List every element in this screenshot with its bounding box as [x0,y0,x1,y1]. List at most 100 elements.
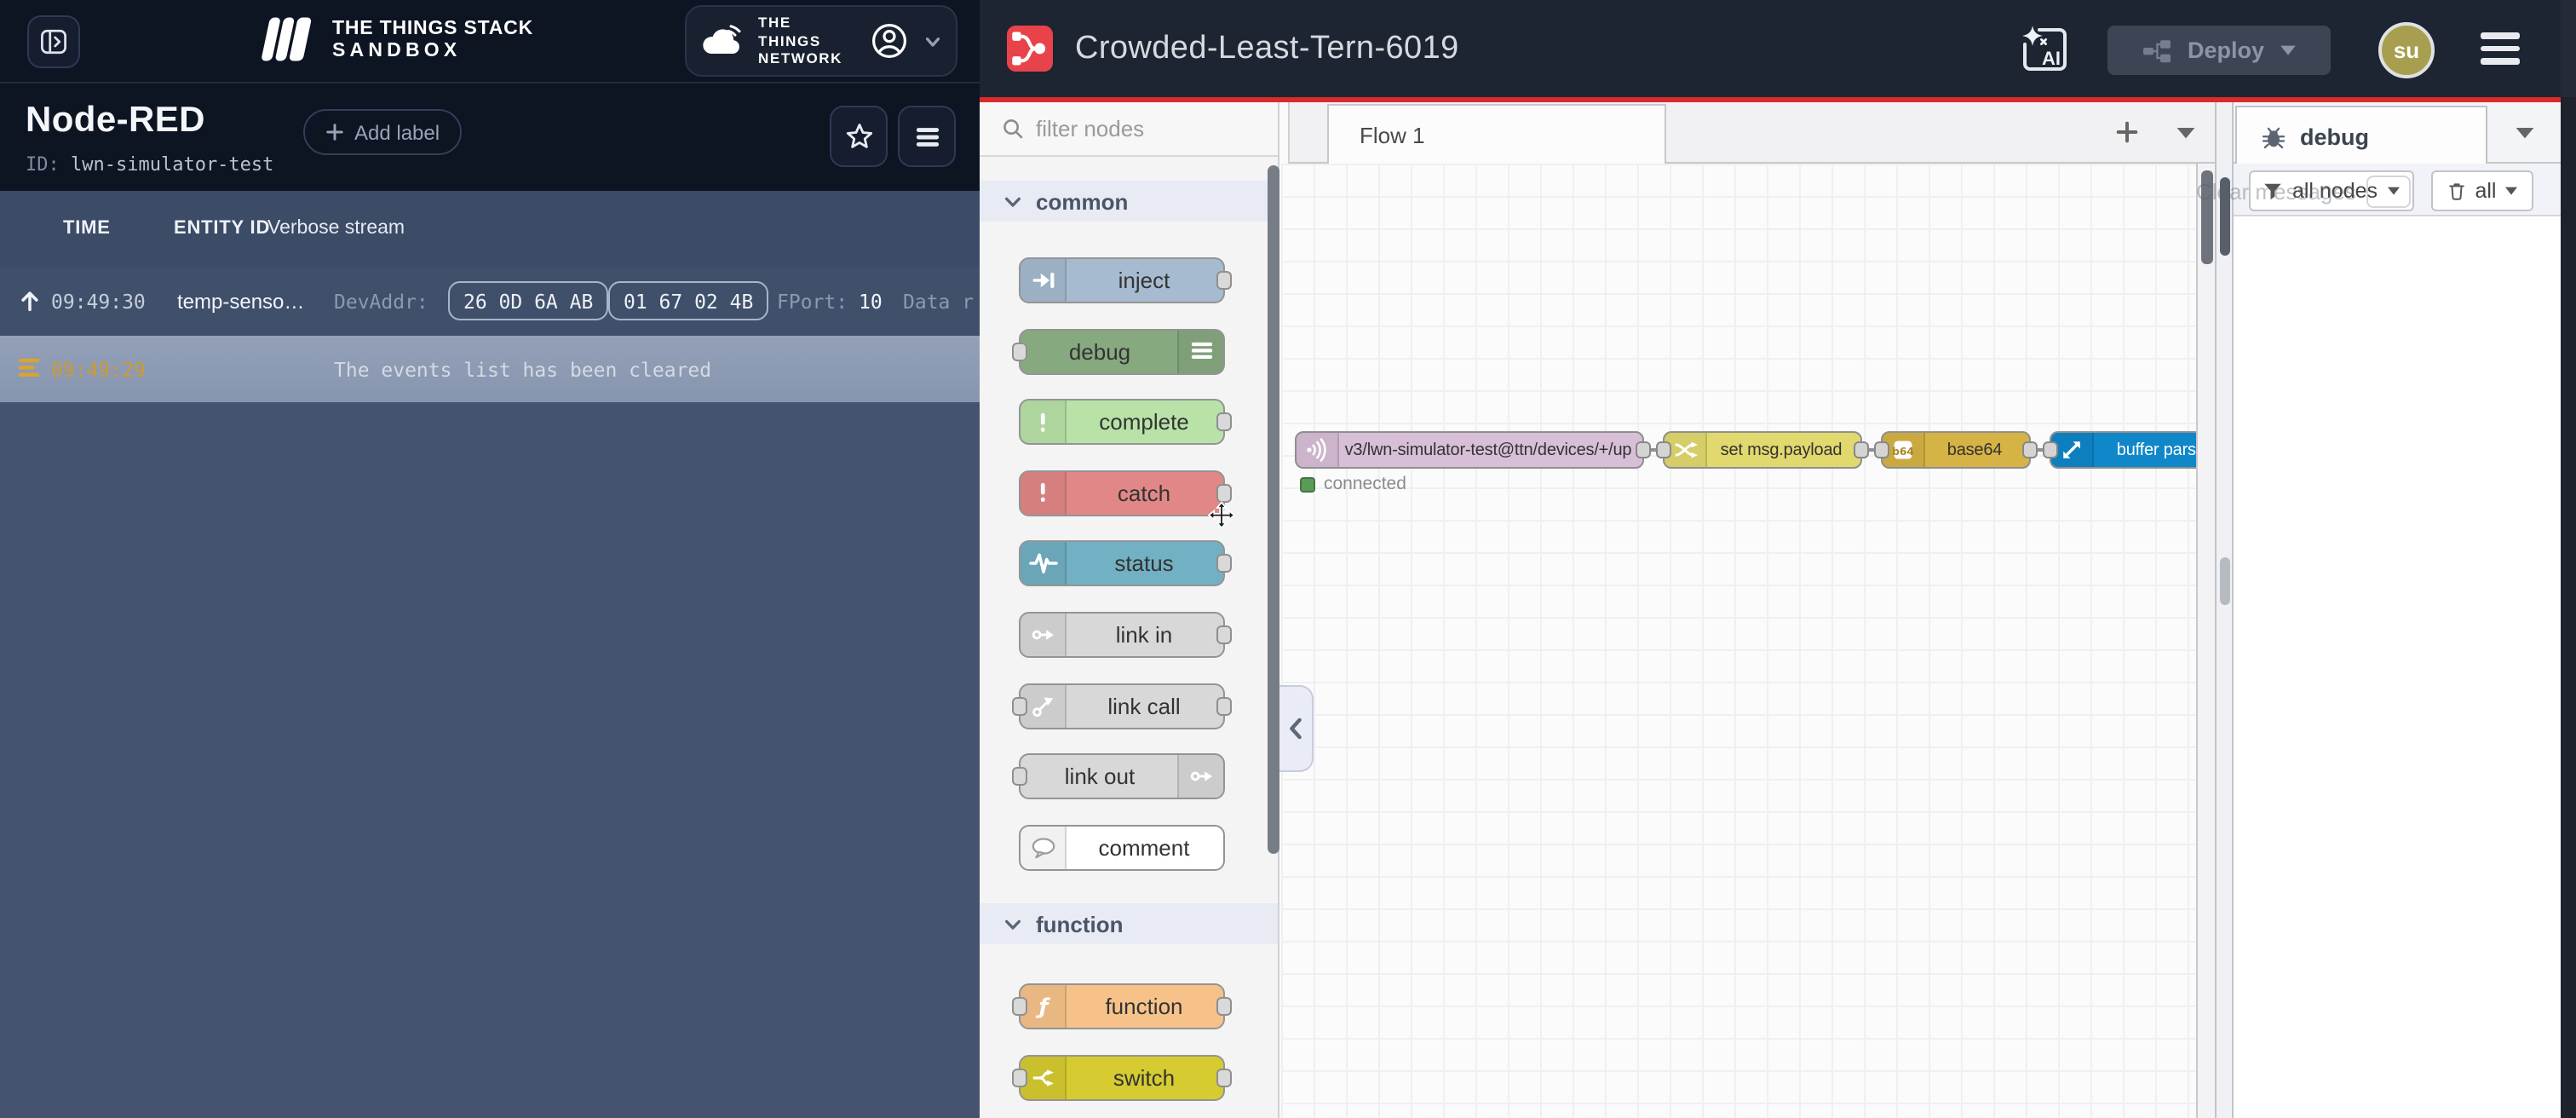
palette-node-function[interactable]: ƒ function [1019,983,1225,1029]
event-row-cleared[interactable]: 09:49:29 The events list has been cleare… [0,336,980,404]
node-output-port[interactable] [1216,997,1232,1016]
palette-node-link-in[interactable]: link in [1019,612,1225,658]
palette-node-label: complete [1065,401,1223,443]
section-label: common [1036,188,1128,214]
node-output-port[interactable] [1216,271,1232,290]
tts-sheets-icon [252,14,320,65]
tab-debug[interactable]: debug [2235,106,2487,165]
event-time: 09:49:30 [51,290,146,314]
ai-assistant-button[interactable]: AI [2019,24,2070,75]
palette-section-common[interactable]: common [980,181,1278,222]
node-output-port[interactable] [1636,441,1651,458]
entity-column-header: ENTITY ID [174,218,270,239]
sidebar-menu-chevron[interactable] [2515,126,2535,140]
node-input-port[interactable] [1874,441,1889,458]
node-output-port[interactable] [1216,696,1232,715]
node-input-port[interactable] [1012,767,1027,786]
node-output-port[interactable] [1854,441,1869,458]
palette-node-switch[interactable]: switch [1019,1054,1225,1100]
palette-node-comment[interactable]: comment [1019,824,1225,870]
canvas-scrollbar[interactable] [2196,164,2215,1118]
sidebar-scrollbar-thumb[interactable] [2219,177,2229,256]
flow-list-chevron-button[interactable] [2176,126,2196,140]
deploy-button[interactable]: Deploy [2107,26,2331,75]
trash-icon [2446,181,2466,201]
palette-node-complete[interactable]: complete [1019,399,1225,445]
nodered-header: Crowded-Least-Tern-6019 AI Deploy su [980,0,2576,97]
debug-sidebar: debug Clear messages all nodes [2234,102,2561,1118]
debug-filter-button[interactable]: all nodes [2249,170,2414,211]
flow-node-set-msg-payload[interactable]: set msg.payload [1663,431,1862,469]
node-input-port[interactable] [1012,342,1027,360]
node-output-port[interactable] [2022,441,2038,458]
uplink-arrow-icon [17,288,43,314]
bug-icon [2261,124,2286,149]
palette-collapse-handle[interactable] [1279,685,1314,772]
main-menu-button[interactable] [2481,32,2520,64]
screen: THE THINGS STACK SANDBOX THE THINGS NETW… [0,0,2576,1118]
palette-filter-input[interactable]: filter nodes [980,102,1278,157]
palette-node-inject[interactable]: inject [1019,257,1225,303]
ttn-titlebar: Node-RED Add label ID: lwn-simulator-tes… [0,84,980,191]
node-input-port[interactable] [1012,997,1027,1016]
flow-node-base64[interactable]: b64base64 [1881,431,2031,469]
node-input-port[interactable] [1012,696,1027,715]
palette-scrollbar[interactable] [1268,165,1279,854]
canvas-scrollbar-thumb[interactable] [2201,170,2213,264]
flow-tab-label: Flow 1 [1360,122,1425,147]
palette-node-status[interactable]: status [1019,540,1225,586]
debug-toolbar: Clear messages all nodes all [2234,164,2561,216]
add-label-button[interactable]: Add label [303,109,462,155]
palette-node-link-out[interactable]: link out [1019,753,1225,799]
debug-tabrow: debug [2234,102,2561,164]
palette-node-link-call[interactable]: link call [1019,683,1225,729]
debug-clear-button[interactable]: all [2431,170,2533,211]
entity-id-value: lwn-simulator-test [71,153,273,176]
tts-logo-line1: THE THINGS STACK [332,18,533,38]
mqtt-icon [1297,433,1339,467]
flow-node-v3-lwn-simulator-test-ttn-devices-up[interactable]: v3/lwn-simulator-test@ttn/devices/+/up [1295,431,1644,469]
payload-badge[interactable]: 01 67 02 4B [608,281,768,320]
add-flow-button[interactable] [2114,119,2140,145]
flow-canvas[interactable]: v3/lwn-simulator-test@ttn/devices/+/upco… [1281,164,2196,1118]
node-output-port[interactable] [1216,625,1232,644]
page-title: Node-RED [26,101,205,141]
nodered-logo [1007,26,1053,72]
palette-node-label: link out [1021,755,1179,798]
sidebar-toggle-icon [39,27,68,56]
node-output-port[interactable] [1216,412,1232,431]
switch-icon [1021,1056,1067,1098]
node-input-port[interactable] [1656,441,1671,458]
node-output-port[interactable] [1216,1068,1232,1086]
devaddr-label: DevAddr: [334,290,428,314]
ai-button-text: AI [2042,48,2061,69]
status-dot-icon [1300,476,1315,492]
devaddr-badge[interactable]: 26 0D 6A AB [448,281,608,320]
node-output-port[interactable] [1216,483,1232,502]
node-input-port[interactable] [2043,441,2058,458]
bookmark-button[interactable] [830,106,888,167]
palette-node-catch[interactable]: catch [1019,470,1225,516]
page-menu-button[interactable] [898,106,956,167]
sidebar-toggle-button[interactable] [27,15,80,68]
deploy-chevron-icon [2280,44,2297,56]
star-icon [842,120,875,153]
flow-node-buffer-parser[interactable]: buffer parser [2050,431,2196,469]
divider-handle[interactable] [2219,557,2229,605]
comment-icon [1021,826,1067,868]
search-icon [1002,118,1024,140]
node-output-port[interactable] [1216,554,1232,573]
tts-logo: THE THINGS STACK SANDBOX [252,14,533,65]
node-input-port[interactable] [1012,1068,1027,1086]
svg-text:ƒ: ƒ [1034,994,1049,1019]
event-row-uplink[interactable]: 09:49:30 temp-senso… DevAddr: 26 0D 6A A… [0,268,980,337]
lines-icon [1177,330,1223,372]
network-account-button[interactable]: THE THINGS NETWORK [685,5,957,77]
palette-node-label: function [1065,985,1223,1028]
sidebar-divider[interactable] [2215,102,2234,1118]
palette-node-debug[interactable]: debug [1019,328,1225,374]
user-avatar[interactable]: su [2378,22,2435,78]
tab-flow-1[interactable]: Flow 1 [1327,104,1666,164]
palette-section-function[interactable]: function [980,903,1278,944]
debug-filter-label: all nodes [2292,179,2378,203]
